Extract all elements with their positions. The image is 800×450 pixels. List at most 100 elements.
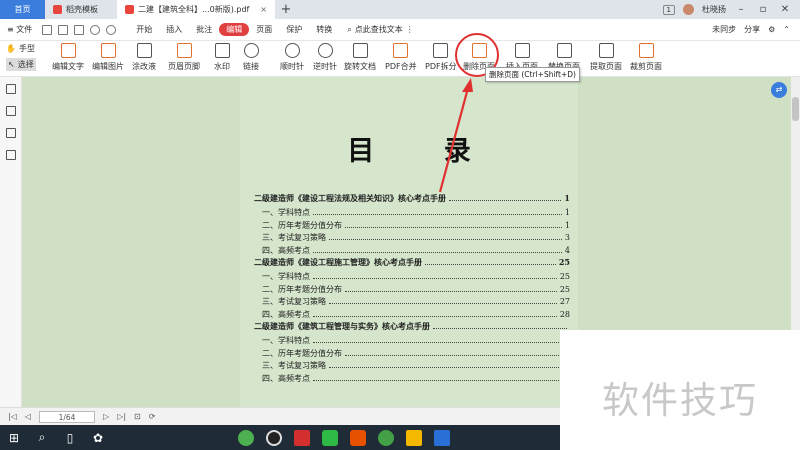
menu-page[interactable]: 页面 (249, 24, 279, 35)
print-icon[interactable] (74, 24, 85, 35)
search-icon: ⌕ (347, 24, 352, 34)
pinwheel-icon[interactable]: ✿ (84, 425, 112, 450)
file-explorer-icon[interactable] (400, 425, 428, 450)
pdf-split-button[interactable]: PDF拆分 (425, 43, 457, 72)
add-tab-button[interactable]: + (275, 0, 297, 19)
menu-insert[interactable]: 插入 (159, 24, 189, 35)
taskbar-app-orange[interactable] (344, 425, 372, 450)
select-tool[interactable]: ↖ 选择 (6, 58, 36, 71)
taskbar-app-360[interactable] (372, 425, 400, 450)
first-page-icon[interactable]: |◁ (8, 412, 17, 421)
toc-leader-dots (313, 379, 567, 381)
toc-section-row[interactable]: 四、高频考点 28 (254, 309, 570, 322)
menu-comment[interactable]: 批注 (189, 24, 219, 35)
correction-fluid-button[interactable]: 涂改液 (132, 43, 156, 72)
menu-start[interactable]: 开始 (129, 24, 159, 35)
settings-icon[interactable]: ⚙ (768, 25, 775, 34)
tab-home[interactable]: 首页 (0, 0, 45, 19)
toc-section-row[interactable]: 四、高频考点 (254, 373, 570, 386)
toc-section-row[interactable]: 一、学科特点 1 (254, 207, 570, 220)
redo-icon[interactable] (106, 24, 117, 35)
rotate-clockwise-button[interactable]: 顺时针 (280, 43, 304, 72)
toc-section-row[interactable]: 三、考试复习策略 3 (254, 232, 570, 245)
tab-pdf-document[interactable]: 二建【建筑全科】...0新版).pdf × (117, 0, 275, 19)
window-count-badge[interactable]: 1 (662, 4, 675, 15)
menu-protect[interactable]: 保护 (279, 24, 309, 35)
user-name[interactable]: 杜晓扬 (702, 4, 726, 15)
header-footer-button[interactable]: 页眉页脚 (168, 43, 200, 72)
watermark: 软件技巧 (560, 330, 800, 450)
file-menu[interactable]: ≡ 文件 (0, 24, 39, 35)
pdf-page[interactable]: 目 录 二级建造师《建设工程法规及相关知识》核心考点手册 1 一、学科特点 1 二、历年… (240, 77, 578, 407)
watermark-button[interactable]: 水印 (214, 43, 230, 72)
wps-icon[interactable] (428, 425, 456, 450)
rotate-document-button[interactable]: 旋转文档 (344, 43, 376, 72)
tab-docer-templates[interactable]: 稻壳模板 (45, 0, 117, 19)
last-page-icon[interactable]: ▷| (117, 412, 126, 421)
toc-entry-text: 二级建造师《建筑工程管理与实务》核心考点手册 (254, 321, 430, 331)
rotate-view-icon[interactable]: ⟳ (149, 412, 156, 421)
toc-section-row[interactable]: 一、学科特点 (254, 335, 570, 348)
tab-label: 稻壳模板 (66, 5, 98, 14)
toc-section-row[interactable]: 二、历年考题分值分布 25 (254, 284, 570, 297)
start-button[interactable]: ⊞ (0, 425, 28, 450)
qq-icon[interactable] (260, 425, 288, 450)
table-of-contents: 二级建造师《建设工程法规及相关知识》核心考点手册 1 一、学科特点 1 二、历年考题分值… (254, 193, 570, 385)
thumbnail-icon[interactable] (5, 84, 16, 94)
minimize-icon[interactable]: – (734, 4, 748, 15)
toc-section-row[interactable]: 二、历年考题分值分布 (254, 348, 570, 361)
sync-status[interactable]: 未同步 (712, 24, 736, 35)
close-window-icon[interactable]: ✕ (778, 4, 792, 15)
next-page-icon[interactable]: ▷ (103, 412, 109, 421)
floating-assistant-button[interactable]: ⇄ (771, 82, 787, 98)
pdf-merge-button[interactable]: PDF合并 (385, 43, 417, 72)
link-button[interactable]: 链接 (243, 43, 259, 72)
taskbar-app-green[interactable] (232, 425, 260, 450)
toc-section-row[interactable]: 三、考试复习策略 (254, 360, 570, 373)
merge-icon (393, 43, 409, 58)
close-tab-icon[interactable]: × (260, 5, 267, 14)
tab-label: 二建【建筑全科】...0新版).pdf (138, 5, 250, 14)
edit-text-button[interactable]: 编辑文字 (52, 43, 84, 72)
toc-section-row[interactable]: 二、历年考题分值分布 1 (254, 220, 570, 233)
toc-chapter-row[interactable]: 二级建造师《建设工程法规及相关知识》核心考点手册 1 (254, 193, 570, 207)
toc-leader-dots (345, 226, 562, 228)
maximize-icon[interactable]: ▫ (756, 4, 770, 15)
toc-section-row[interactable]: 四、高频考点 4 (254, 245, 570, 258)
open-icon[interactable] (42, 24, 53, 35)
scroll-thumb[interactable] (792, 97, 799, 121)
hand-tool[interactable]: ✋ 手型 (6, 43, 36, 54)
crop-page-button[interactable]: 裁剪页面 (630, 43, 662, 72)
page-number-input[interactable]: 1/64 (39, 410, 96, 423)
share-button[interactable]: 分享 (744, 24, 760, 35)
rotate-counterclockwise-button[interactable]: 逆时针 (313, 43, 337, 72)
undo-icon[interactable] (90, 24, 101, 35)
search-box[interactable]: ⌕ 点此查找文本 ⋮ (347, 24, 413, 35)
page-title: 目 录 (347, 136, 501, 167)
edit-image-button[interactable]: 编辑图片 (92, 43, 124, 72)
save-icon[interactable] (58, 24, 69, 35)
toc-section-row[interactable]: 一、学科特点 25 (254, 271, 570, 284)
fit-page-icon[interactable]: ⊡ (134, 412, 141, 421)
prev-page-icon[interactable]: ◁ (25, 412, 31, 421)
toc-section-row[interactable]: 三、考试复习策略 27 (254, 296, 570, 309)
toc-entry-text: 四、高频考点 (262, 309, 310, 319)
wechat-icon[interactable] (316, 425, 344, 450)
extract-page-button[interactable]: 提取页面 (590, 43, 622, 72)
task-view-icon[interactable]: ▯ (56, 425, 84, 450)
attachment-icon[interactable] (5, 150, 16, 160)
more-icon[interactable]: ⋮ (406, 25, 414, 34)
toc-chapter-row[interactable]: 二级建造师《建设工程施工管理》核心考点手册 25 (254, 257, 570, 271)
title-right-area: 1 杜晓扬 – ▫ ✕ (662, 0, 800, 19)
crop-page-icon (638, 43, 654, 58)
toc-chapter-row[interactable]: 二级建造师《建筑工程管理与实务》核心考点手册 (254, 321, 570, 335)
image-icon[interactable] (5, 106, 16, 116)
avatar[interactable] (683, 4, 694, 15)
menu-edit[interactable]: 编辑 (219, 23, 250, 36)
annotation-icon[interactable] (5, 128, 16, 138)
tool-label: 页眉页脚 (168, 62, 200, 71)
collapse-icon[interactable]: ⌃ (783, 25, 790, 34)
taskbar-app-red[interactable] (288, 425, 316, 450)
search-icon[interactable]: ⌕ (28, 425, 56, 450)
menu-convert[interactable]: 转换 (309, 24, 339, 35)
